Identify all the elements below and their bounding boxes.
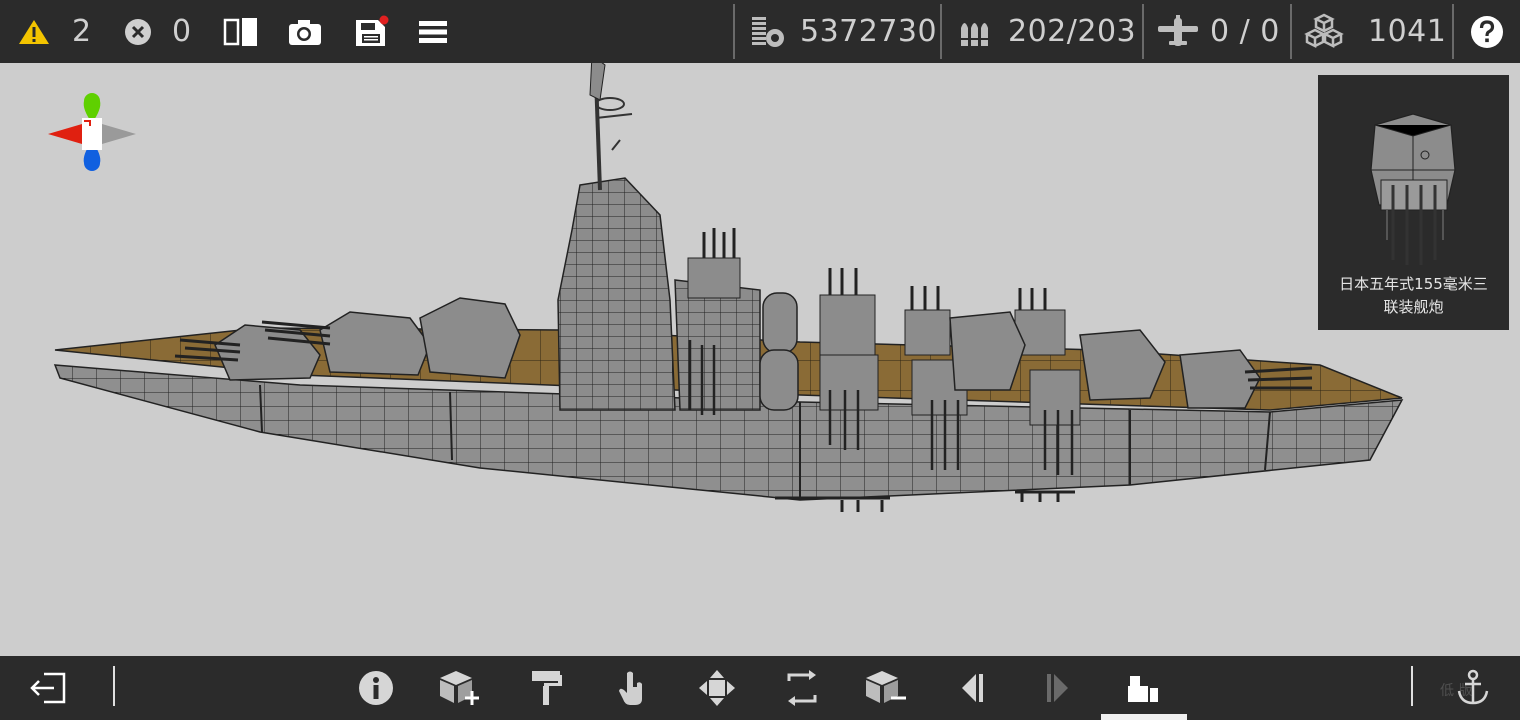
- bottom-toolbar: [0, 656, 1520, 720]
- move-button[interactable]: [687, 656, 747, 720]
- camera-icon: [289, 19, 321, 45]
- funnel: [762, 292, 798, 354]
- rotate-button[interactable]: [772, 656, 832, 720]
- main-turret: [1079, 329, 1166, 401]
- warning-icon: [19, 19, 49, 44]
- weight-stat: 5372730: [748, 0, 937, 63]
- ship-model[interactable]: [0, 63, 1520, 656]
- add-part-icon: [440, 671, 479, 705]
- anchor-button[interactable]: [1443, 656, 1503, 720]
- help-button[interactable]: [1470, 0, 1504, 63]
- remove-part-button[interactable]: [856, 656, 916, 720]
- save-button[interactable]: [353, 0, 389, 63]
- mid-superstructure: [674, 279, 761, 411]
- part-preview-panel[interactable]: 日本五年式155毫米三 联装舰炮: [1318, 75, 1509, 330]
- weight-value: 5372730: [800, 14, 938, 49]
- aircraft-stat: 0 / 0: [1156, 0, 1280, 63]
- main-turret: [319, 311, 431, 376]
- help-icon: [1471, 15, 1503, 48]
- add-part-button[interactable]: [430, 656, 490, 720]
- aa-mount: [904, 309, 951, 356]
- part-preview-image: [1370, 113, 1456, 265]
- paint-icon: [532, 671, 562, 705]
- errors-indicator[interactable]: 0: [124, 0, 192, 63]
- info-button[interactable]: [346, 656, 406, 720]
- parts-stat: 1041: [1304, 0, 1446, 63]
- notification-dot: [379, 15, 389, 24]
- warning-count: 2: [72, 14, 92, 49]
- exit-icon: [30, 672, 66, 704]
- weight-icon: [752, 16, 784, 47]
- divider: [1411, 666, 1413, 706]
- anchor-icon: [1457, 669, 1489, 705]
- error-icon: [125, 18, 151, 45]
- ammo-icon: [960, 22, 990, 46]
- redo-icon: [1047, 674, 1068, 702]
- menu-button[interactable]: [418, 0, 448, 63]
- undo-button[interactable]: [943, 656, 1003, 720]
- divider: [113, 666, 115, 706]
- part-name-line2: 联装舰炮: [1383, 298, 1444, 316]
- part-preview-label: 日本五年式155毫米三 联装舰炮: [1322, 273, 1505, 319]
- remove-part-icon: [866, 671, 906, 703]
- main-turret: [949, 311, 1026, 391]
- main-turret: [419, 297, 521, 379]
- exit-button[interactable]: [18, 656, 78, 720]
- touch-select-button[interactable]: [603, 656, 663, 720]
- aircraft-icon: [1158, 14, 1198, 46]
- mirror-button[interactable]: [222, 0, 260, 63]
- funnel: [759, 349, 799, 411]
- parts-library-icon: [1128, 676, 1158, 702]
- redo-button[interactable]: [1027, 656, 1087, 720]
- active-tab-indicator: [1101, 714, 1187, 720]
- divider: [1452, 4, 1454, 59]
- bridge-tower: [557, 177, 676, 411]
- part-name-line1: 日本五年式155毫米三: [1339, 275, 1488, 293]
- undo-icon: [962, 674, 983, 702]
- divider: [733, 4, 735, 59]
- top-toolbar: 2 0 5372730 202/203 0 / 0 1041: [0, 0, 1520, 63]
- parts-value: 1041: [1368, 14, 1447, 49]
- ammo-value: 202/203: [1008, 14, 1137, 49]
- aa-mount: [819, 294, 876, 356]
- screenshot-button[interactable]: [287, 0, 323, 63]
- parts-icon: [1304, 13, 1344, 48]
- rotate-icon: [787, 670, 817, 706]
- divider: [940, 4, 942, 59]
- info-icon: [359, 671, 393, 705]
- menu-icon: [419, 20, 447, 43]
- warnings-indicator[interactable]: 2: [18, 0, 92, 63]
- paint-button[interactable]: [516, 656, 576, 720]
- divider: [1290, 4, 1292, 59]
- move-icon: [699, 670, 735, 706]
- save-icon: [356, 15, 389, 46]
- 3d-viewport[interactable]: [0, 63, 1520, 656]
- mirror-icon: [223, 17, 257, 46]
- ammo-stat: 202/203: [958, 0, 1136, 63]
- divider: [1142, 4, 1144, 59]
- touch-select-icon: [619, 671, 642, 705]
- parts-library-button[interactable]: [1113, 656, 1173, 720]
- aircraft-value: 0 / 0: [1210, 14, 1280, 49]
- error-count: 0: [172, 14, 192, 49]
